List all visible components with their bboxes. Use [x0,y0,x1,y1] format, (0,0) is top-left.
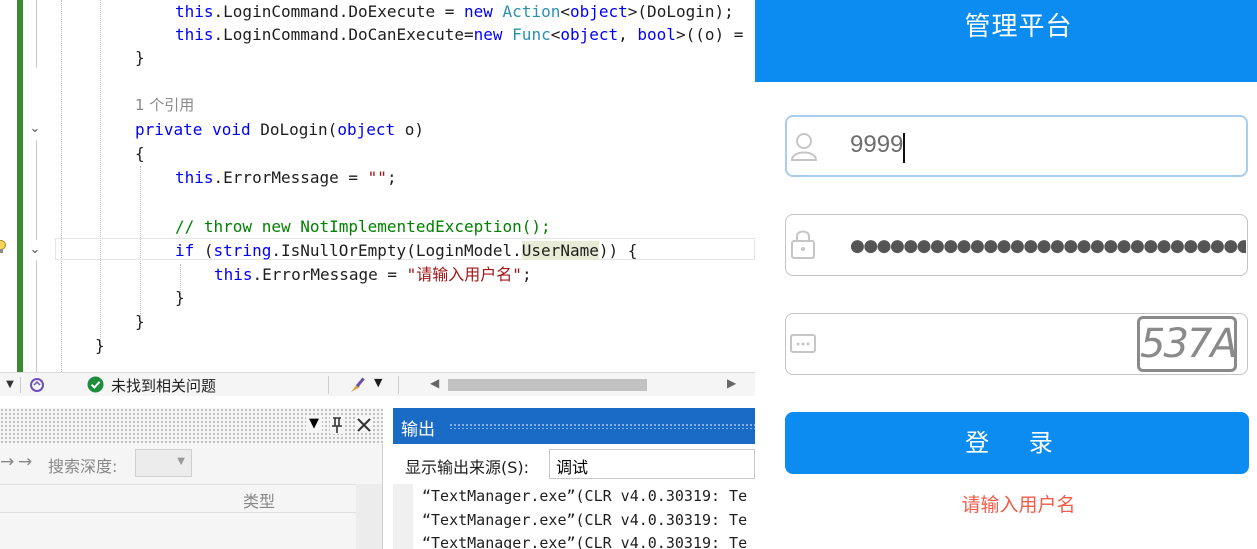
chevron-down-icon[interactable]: ⌄ [28,243,42,257]
intellicode-icon[interactable] [28,377,46,393]
login-header: 管理平台 [755,0,1257,82]
output-panel: 输出 显示输出来源(S): 调试 “TextManager.exe”(CLR v… [393,408,755,549]
fold-line [36,0,37,68]
issues-ok-icon [87,376,104,393]
code-line-close2: } [135,312,145,331]
code-line-3: } [135,48,145,67]
horizontal-scrollbar-thumb[interactable] [448,379,647,391]
text-cursor [903,133,905,163]
scroll-right-icon[interactable]: ▶ [727,376,736,390]
code-line-assign: this.ErrorMessage = "请输入用户名"; [214,265,532,284]
forward-arrow-icon[interactable]: → [18,452,32,472]
code-line-6: { [135,144,145,163]
ide-window: ⌄ ⌄ this.LoginCommand.DoExecute = new Ac… [0,0,755,549]
pin-icon[interactable] [330,416,344,434]
code-line-close1: } [175,288,185,307]
code-editor[interactable]: ⌄ ⌄ this.LoginCommand.DoExecute = new Ac… [0,0,755,372]
username-field[interactable]: 9999 [785,115,1248,177]
captcha-field[interactable]: 537A [785,313,1248,375]
output-source-label: 显示输出来源(S): [405,458,530,477]
chevron-down-icon[interactable]: ▼ [306,416,322,431]
captcha-image[interactable]: 537A [1137,316,1238,372]
username-value: 9999 [850,131,904,158]
fold-line [36,260,37,372]
chevron-down-icon[interactable]: ⌄ [28,122,42,136]
lock-icon [791,230,815,259]
search-panel: ▼ → → 搜索深度: ▼ 类型 [0,408,383,549]
output-line: “TextManager.exe”(CLR v4.0.30319: Te [422,534,748,549]
editor-status-bar: ▼ 未找到相关问题 ▼ ◀ ▶ [0,372,755,396]
indent-guide [61,0,62,372]
search-depth-label: 搜索深度: [48,457,118,476]
back-arrow-icon[interactable]: → [0,452,14,472]
indent-guide [100,0,101,345]
lightbulb-icon[interactable] [0,240,6,254]
issues-status-text[interactable]: 未找到相关问题 [111,375,216,396]
code-lens-references[interactable]: 1 个引用 [135,93,194,117]
output-line: “TextManager.exe”(CLR v4.0.30319: Te [422,511,748,529]
app-title: 管理平台 [964,12,1073,42]
chevron-down-icon: ▼ [177,456,185,467]
column-header-type[interactable]: 类型 [243,488,275,512]
login-window: 管理平台 9999 ●●●●●●●●●●●●●●●●●●●●●●●●●●●●●●… [755,0,1257,549]
vertical-scrollbar[interactable] [356,484,382,549]
code-line-7: this.ErrorMessage = ""; [175,168,397,187]
chevron-down-icon[interactable]: ▼ [374,376,382,389]
output-source-value: 调试 [556,458,589,477]
error-message: 请输入用户名 [961,494,1076,516]
code-line-2: this.LoginCommand.DoCanExecute=new Func<… [175,25,744,44]
login-button[interactable]: 登 录 [785,412,1249,474]
zoom-dropdown[interactable]: ▼ [0,377,21,393]
code-line-5: private void DoLogin(object o) [135,120,425,139]
code-line-close3: } [95,336,105,355]
password-mask: ●●●●●●●●●●●●●●●●●●●●●●●●●●●●●●● [850,236,1246,256]
password-field[interactable]: ●●●●●●●●●●●●●●●●●●●●●●●●●●●●●●● [785,214,1248,276]
brush-icon[interactable] [348,375,368,394]
close-icon[interactable] [356,417,372,433]
panel-title-bar [0,408,383,444]
code-line-if: if (string.IsNullOrEmpty(LoginModel.User… [175,241,638,260]
code-line-1: this.LoginCommand.DoExecute = new Action… [175,2,734,21]
captcha-icon [790,334,816,353]
user-icon [790,133,818,161]
fold-line [36,140,37,240]
code-comment: // throw new NotImplementedException(); [175,217,551,236]
change-margin [17,0,23,372]
output-title-bar[interactable]: 输出 [393,408,755,444]
scroll-left-icon[interactable]: ◀ [430,376,439,390]
output-line: “TextManager.exe”(CLR v4.0.30319: Te [422,487,748,505]
search-depth-select[interactable]: ▼ [135,449,192,477]
output-source-select[interactable]: 调试 [549,449,755,479]
output-title: 输出 [401,420,435,440]
